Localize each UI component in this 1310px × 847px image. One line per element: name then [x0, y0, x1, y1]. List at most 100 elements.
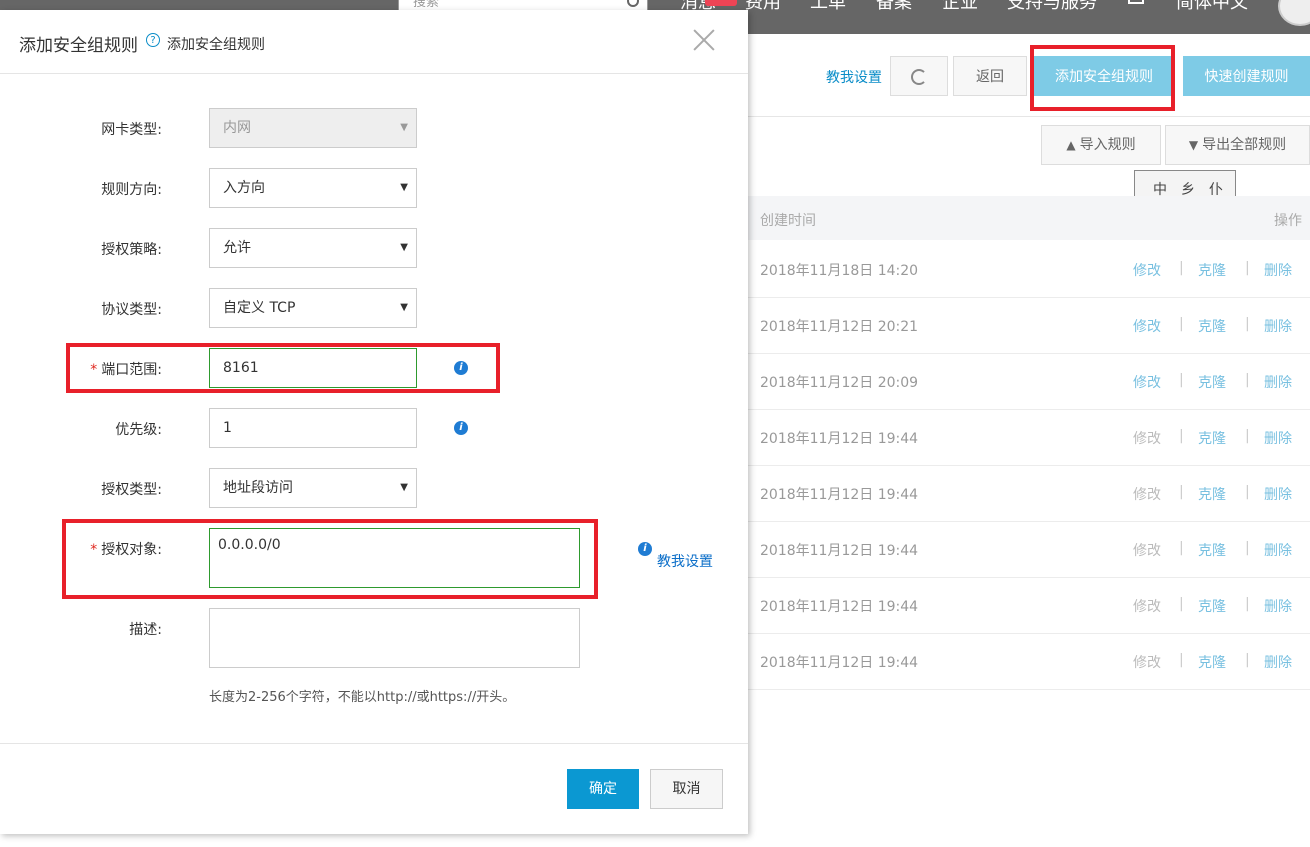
search-placeholder: 搜索	[413, 0, 440, 10]
delete-link[interactable]: 删除	[1264, 316, 1292, 336]
table-row: 2018年11月12日 19:44 修改 | 克隆 | 删除	[748, 521, 1310, 578]
row-created-time: 2018年11月18日 14:20	[760, 263, 919, 279]
export-all-rules-button[interactable]: ▼ 导出全部规则	[1165, 125, 1310, 165]
dialog-title: 添加安全组规则	[19, 36, 138, 56]
chevron-down-icon: ▼	[400, 302, 408, 313]
clone-link[interactable]: 克隆	[1198, 372, 1226, 392]
edit-link[interactable]: 修改	[1133, 260, 1161, 280]
protocol-label: 协议类型:	[101, 302, 162, 318]
row-created-time: 2018年11月12日 19:44	[760, 543, 919, 559]
delete-link[interactable]: 删除	[1264, 484, 1292, 504]
help-link[interactable]: 添加安全组规则	[167, 34, 265, 54]
auth-object-textarea[interactable]: 0.0.0.0/0	[209, 528, 580, 588]
message-count-badge	[705, 0, 737, 6]
import-rules-label: 导入规则	[1079, 137, 1136, 153]
required-mark: *	[90, 542, 98, 558]
table-row: 2018年11月12日 20:21 修改 | 克隆 | 删除	[748, 297, 1310, 354]
nav-billing[interactable]: 费用	[745, 0, 781, 14]
action-separator: |	[1245, 652, 1250, 668]
delete-link[interactable]: 删除	[1264, 428, 1292, 448]
table-header: 创建时间 操作	[748, 196, 1310, 240]
export-all-rules-label: 导出全部规则	[1202, 137, 1287, 153]
clone-link[interactable]: 克隆	[1198, 316, 1226, 336]
table-row: 2018年11月12日 19:44 修改 | 克隆 | 删除	[748, 633, 1310, 690]
table-row: 2018年11月12日 19:44 修改 | 克隆 | 删除	[748, 577, 1310, 634]
table-row: 2018年11月12日 20:09 修改 | 克隆 | 删除	[748, 353, 1310, 410]
protocol-select[interactable]: 自定义 TCP ▼	[209, 288, 417, 328]
action-separator: |	[1245, 428, 1250, 444]
add-rule-dialog: 添加安全组规则 ? 添加安全组规则 网卡类型: 内网 ▼ 规则方向: 入方向 ▼…	[0, 10, 748, 834]
edit-link[interactable]: 修改	[1133, 316, 1161, 336]
nav-tickets[interactable]: 工单	[810, 0, 846, 14]
import-rules-button[interactable]: ▲ 导入规则	[1041, 125, 1161, 165]
search-icon[interactable]	[627, 0, 639, 7]
teach-me-link[interactable]: 教我设置	[657, 551, 713, 571]
nav-enterprise[interactable]: 企业	[942, 0, 978, 14]
direction-select[interactable]: 入方向 ▼	[209, 168, 417, 208]
nav-support[interactable]: 支持与服务	[1007, 0, 1097, 14]
description-textarea[interactable]	[209, 608, 580, 668]
toolbar-divider	[748, 34, 1310, 117]
action-separator: |	[1179, 372, 1184, 388]
nic-type-select: 内网 ▼	[209, 108, 417, 148]
action-separator: |	[1245, 596, 1250, 612]
action-separator: |	[1179, 652, 1184, 668]
clone-link[interactable]: 克隆	[1198, 484, 1226, 504]
edit-link[interactable]: 修改	[1133, 596, 1161, 616]
avatar[interactable]	[1278, 0, 1310, 26]
description-label: 描述:	[129, 622, 162, 638]
port-range-input[interactable]: 8161	[209, 348, 417, 388]
info-icon: i	[638, 542, 652, 556]
delete-link[interactable]: 删除	[1264, 372, 1292, 392]
dialog-header: 添加安全组规则 ? 添加安全组规则	[0, 10, 748, 74]
col-created-time: 创建时间	[760, 213, 816, 229]
edit-link[interactable]: 修改	[1133, 372, 1161, 392]
port-range-label-text: 端口范围:	[101, 362, 162, 378]
delete-link[interactable]: 删除	[1264, 540, 1292, 560]
edit-link[interactable]: 修改	[1133, 540, 1161, 560]
col-actions: 操作	[1274, 213, 1302, 229]
action-separator: |	[1245, 316, 1250, 332]
chevron-down-icon: ▼	[400, 122, 408, 133]
close-icon[interactable]	[690, 26, 718, 54]
edit-link[interactable]: 修改	[1133, 484, 1161, 504]
row-created-time: 2018年11月12日 19:44	[760, 431, 919, 447]
policy-label: 授权策略:	[101, 242, 162, 258]
nav-icp[interactable]: 备案	[876, 0, 912, 14]
nav-language[interactable]: 简体中文	[1176, 0, 1248, 14]
download-icon: ▼	[1188, 138, 1199, 152]
edit-link[interactable]: 修改	[1133, 428, 1161, 448]
clone-link[interactable]: 克隆	[1198, 540, 1226, 560]
chevron-down-icon: ▼	[400, 482, 408, 493]
dialog-footer: 确定 取消	[0, 743, 748, 835]
action-separator: |	[1179, 428, 1184, 444]
required-mark: *	[90, 362, 98, 378]
action-separator: |	[1179, 484, 1184, 500]
auth-type-select[interactable]: 地址段访问 ▼	[209, 468, 417, 508]
confirm-button[interactable]: 确定	[567, 769, 639, 809]
delete-link[interactable]: 删除	[1264, 596, 1292, 616]
action-separator: |	[1179, 596, 1184, 612]
cancel-button[interactable]: 取消	[650, 769, 723, 809]
auth-object-label-text: 授权对象:	[101, 542, 162, 558]
delete-link[interactable]: 删除	[1264, 652, 1292, 672]
row-created-time: 2018年11月12日 20:09	[760, 375, 919, 391]
auth-type-label: 授权类型:	[101, 482, 162, 498]
chevron-down-icon: ▼	[400, 182, 408, 193]
description-hint: 长度为2-256个字符，不能以http://或https://开头。	[209, 690, 516, 705]
clone-link[interactable]: 克隆	[1198, 260, 1226, 280]
policy-select[interactable]: 允许 ▼	[209, 228, 417, 268]
delete-link[interactable]: 删除	[1264, 260, 1292, 280]
priority-input[interactable]: 1	[209, 408, 417, 448]
clone-link[interactable]: 克隆	[1198, 652, 1226, 672]
clone-link[interactable]: 克隆	[1198, 428, 1226, 448]
action-separator: |	[1245, 372, 1250, 388]
clone-link[interactable]: 克隆	[1198, 596, 1226, 616]
cart-icon[interactable]	[1128, 0, 1144, 4]
help-icon[interactable]: ?	[146, 33, 160, 47]
info-icon[interactable]: i	[454, 361, 468, 375]
edit-link[interactable]: 修改	[1133, 652, 1161, 672]
row-created-time: 2018年11月12日 19:44	[760, 655, 919, 671]
row-created-time: 2018年11月12日 20:21	[760, 319, 919, 335]
info-icon[interactable]: i	[454, 421, 468, 435]
